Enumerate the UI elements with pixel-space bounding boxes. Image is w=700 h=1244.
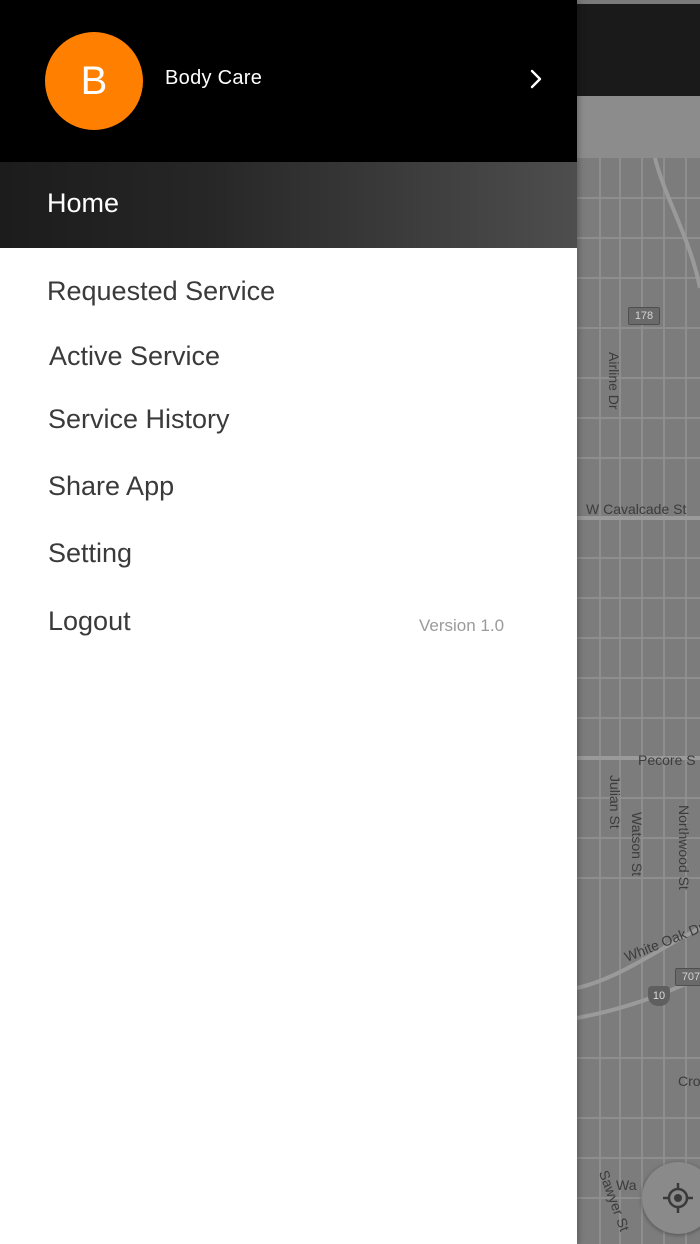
chevron-right-icon[interactable]	[528, 68, 544, 90]
profile-name: Body Care	[165, 67, 263, 89]
menu-item-home[interactable]: Home	[0, 162, 577, 248]
menu-item-service-history[interactable]: Service History	[0, 392, 577, 448]
menu-item-logout[interactable]: Logout	[0, 594, 400, 650]
map-label-cro: Cro	[678, 1073, 700, 1089]
menu-item-label: Active Service	[49, 341, 221, 371]
menu-item-active-service[interactable]: Active Service	[0, 329, 577, 385]
menu-item-label: Requested Service	[47, 276, 276, 306]
menu-item-requested-service[interactable]: Requested Service	[0, 264, 577, 320]
route-178-shield: 178	[628, 307, 660, 325]
route-707-shield: 707	[675, 968, 700, 986]
menu-item-home-label: Home	[47, 188, 120, 218]
interstate-10-shield: 10	[648, 986, 670, 1006]
map-label-pecore: Pecore S	[638, 752, 696, 768]
menu-item-label: Share App	[48, 471, 175, 501]
menu-item-label: Logout	[48, 606, 131, 636]
map-label-cavalcade: W Cavalcade St	[586, 501, 687, 517]
menu-item-label: Service History	[48, 404, 230, 434]
menu-item-setting[interactable]: Setting	[0, 526, 577, 582]
menu-item-label: Setting	[48, 538, 133, 568]
navigation-drawer: B Body Care Home Requested Service Activ…	[0, 0, 577, 1244]
app-version: Version 1.0	[419, 616, 505, 635]
map-label-northwood: Northwood St	[676, 805, 692, 890]
menu-item-share-app[interactable]: Share App	[0, 459, 577, 515]
map-label-airline: Airline Dr	[606, 352, 622, 410]
avatar: B	[45, 32, 143, 130]
profile-header[interactable]: B Body Care	[0, 0, 577, 162]
map-label-julian: Julian St	[607, 775, 623, 829]
map-label-watson: Watson St	[629, 812, 645, 877]
crosshair-icon	[663, 1183, 693, 1213]
